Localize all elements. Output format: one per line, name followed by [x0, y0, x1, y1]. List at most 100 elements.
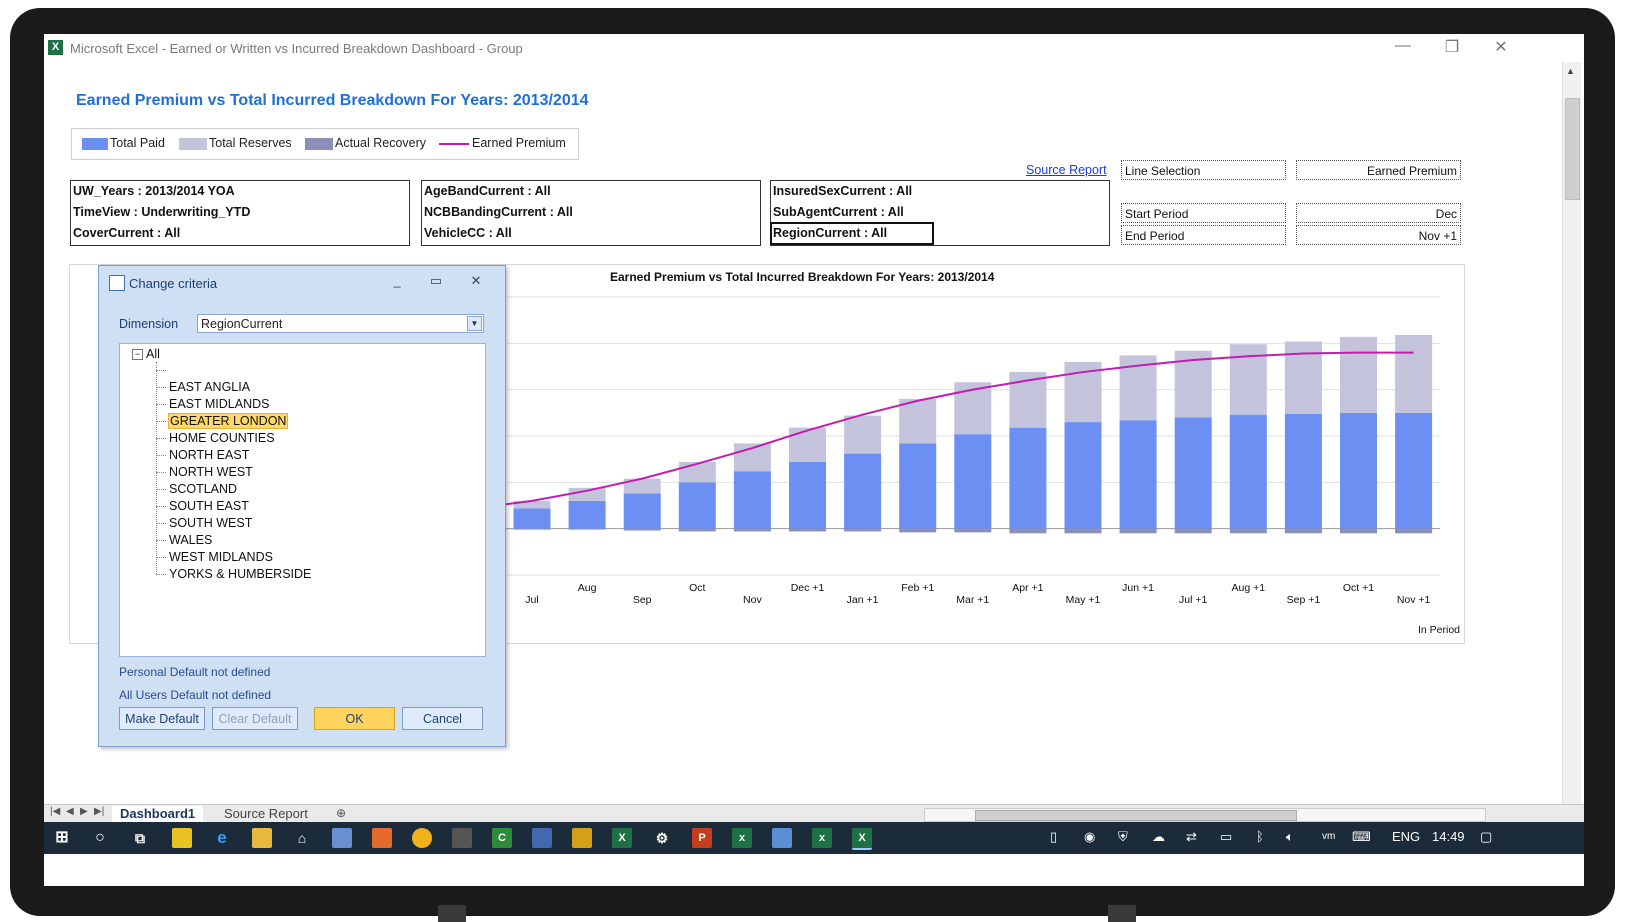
app-icon-blue[interactable]	[772, 828, 792, 848]
keyboard-icon[interactable]: ⌨	[1352, 829, 1371, 845]
sync-icon[interactable]: ⇄	[1186, 829, 1197, 845]
volume-icon[interactable]: 🔈︎	[1286, 829, 1294, 845]
task-view-icon[interactable]: ⧉	[130, 828, 150, 848]
dialog-maximize-icon[interactable]: ▭	[425, 273, 447, 291]
criteria-box-3[interactable]: InsuredSexCurrent : All SubAgentCurrent …	[770, 180, 1110, 246]
x-tick-label: Oct +1	[1343, 582, 1374, 594]
excel-taskbar-icon-2[interactable]: x	[732, 828, 752, 848]
language-indicator[interactable]: ENG	[1392, 829, 1420, 844]
paint-icon[interactable]	[332, 828, 352, 848]
tree-item[interactable]: WALES	[156, 532, 213, 549]
tree-item[interactable]: HOME COUNTIES	[156, 430, 276, 447]
chevron-down-icon[interactable]: ▼	[467, 316, 482, 331]
x-tick-label: Jan +1	[847, 594, 879, 606]
cancel-button[interactable]: Cancel	[402, 707, 483, 730]
settings-gear-icon[interactable]: ⚙	[652, 828, 672, 848]
criteria-ncbbanding[interactable]: NCBBandingCurrent : All	[422, 202, 760, 223]
first-sheet-icon[interactable]: |◀	[50, 806, 60, 817]
tree-item[interactable]: EAST ANGLIA	[156, 379, 251, 396]
excel-taskbar-icon-3[interactable]: x	[812, 828, 832, 848]
skype-icon[interactable]: ◉	[1084, 829, 1095, 845]
tree-item[interactable]: NORTH EAST	[156, 447, 250, 464]
x-tick-label: Feb +1	[901, 582, 934, 594]
vertical-scroll-thumb[interactable]	[1565, 98, 1580, 200]
close-icon[interactable]: ✕	[1487, 37, 1515, 57]
excel-taskbar-icon[interactable]: X	[612, 828, 632, 848]
vertical-scrollbar[interactable]: ▲ ▼	[1562, 62, 1581, 834]
powerbi-icon[interactable]	[572, 828, 592, 848]
criteria-subagent[interactable]: SubAgentCurrent : All	[771, 202, 1109, 223]
start-period-value[interactable]: Dec	[1296, 203, 1461, 223]
tree-item[interactable]: EAST MIDLANDS	[156, 396, 271, 413]
x-tick-label: Nov	[743, 594, 762, 606]
criteria-timeview[interactable]: TimeView : Underwriting_YTD	[71, 202, 409, 223]
bar-actual-recovery	[1340, 528, 1377, 534]
vmware-icon[interactable]: vm	[1322, 831, 1335, 842]
criteria-vehiclecc[interactable]: VehicleCC : All	[422, 223, 760, 244]
edge-icon[interactable]: e	[212, 828, 232, 848]
tree-item[interactable]: YORKS & HUMBERSIDE	[156, 566, 312, 583]
tree-item[interactable]: SOUTH EAST	[156, 498, 250, 515]
tree-root[interactable]: − All	[132, 347, 160, 361]
device-icon[interactable]	[452, 828, 472, 848]
legend-swatch-actual-recovery	[305, 138, 333, 150]
clear-default-button[interactable]: Clear Default	[212, 707, 298, 730]
criteria-cover[interactable]: CoverCurrent : All	[71, 223, 409, 244]
notifications-icon[interactable]: ▢	[1480, 829, 1492, 845]
powerpoint-icon[interactable]: P	[692, 828, 712, 848]
tree-item-selected[interactable]: GREATER LONDON	[156, 413, 289, 430]
horizontal-scroll-thumb[interactable]	[975, 810, 1297, 821]
shield-icon[interactable]: ⛨	[1118, 829, 1128, 845]
usb-icon[interactable]: ▯	[1050, 829, 1057, 845]
scroll-up-icon[interactable]: ▲	[1566, 66, 1575, 76]
criteria-ageband[interactable]: AgeBandCurrent : All	[422, 181, 760, 202]
criteria-insuredsex[interactable]: InsuredSexCurrent : All	[771, 181, 1109, 202]
criteria-uw-years[interactable]: UW_Years : 2013/2014 YOA	[71, 181, 409, 202]
next-sheet-icon[interactable]: ▶	[80, 806, 88, 817]
change-criteria-dialog[interactable]: Change criteria _ ▭ ✕ Dimension RegionCu…	[98, 265, 506, 747]
remote-desktop-icon[interactable]	[532, 828, 552, 848]
criteria-box-2[interactable]: AgeBandCurrent : All NCBBandingCurrent :…	[421, 180, 761, 246]
collapse-icon[interactable]: −	[132, 349, 143, 361]
dimension-select[interactable]: RegionCurrent ▼	[197, 314, 484, 333]
cloud-icon[interactable]: ☁	[1152, 829, 1165, 845]
prev-sheet-icon[interactable]: ◀	[66, 806, 74, 817]
region-tree[interactable]: − All EAST ANGLIA EAST MIDLANDS GREATER L…	[119, 343, 486, 657]
source-report-link[interactable]: Source Report	[1026, 163, 1107, 177]
clock[interactable]: 14:49	[1432, 829, 1465, 844]
restore-icon[interactable]: ❐	[1438, 37, 1466, 57]
file-explorer-icon[interactable]	[252, 828, 272, 848]
line-selection-value[interactable]: Earned Premium	[1296, 160, 1461, 180]
network-icon[interactable]: ▭	[1220, 829, 1232, 845]
x-axis-label: In Period	[1418, 624, 1460, 636]
html-editor-icon[interactable]	[372, 828, 392, 848]
store-icon[interactable]: ⌂	[292, 828, 312, 848]
start-icon[interactable]: ⊞	[52, 828, 72, 848]
dialog-minimize-icon[interactable]: _	[386, 273, 408, 291]
legend-swatch-total-paid	[82, 138, 108, 150]
tree-item[interactable]: SOUTH WEST	[156, 515, 253, 532]
sheet-tab-source-report[interactable]: Source Report	[216, 806, 316, 822]
end-period-value[interactable]: Nov +1	[1296, 225, 1461, 245]
make-default-button[interactable]: Make Default	[119, 707, 205, 730]
last-sheet-icon[interactable]: ▶|	[94, 806, 104, 817]
excel-taskbar-icon-active[interactable]: X	[852, 828, 872, 850]
app-icon-c[interactable]: C	[492, 828, 512, 848]
criteria-region[interactable]: RegionCurrent : All	[770, 222, 934, 245]
bluetooth-icon[interactable]: ᛒ	[1256, 829, 1264, 844]
bar-actual-recovery	[844, 528, 882, 532]
all-users-default-note: All Users Default not defined	[119, 688, 272, 702]
new-sheet-icon[interactable]: ⊕	[336, 806, 346, 820]
sticky-notes-icon[interactable]	[172, 828, 192, 848]
tree-item[interactable]: NORTH WEST	[156, 464, 254, 481]
ok-button[interactable]: OK	[314, 707, 395, 730]
tree-item[interactable]: WEST MIDLANDS	[156, 549, 274, 566]
chrome-icon[interactable]	[412, 828, 432, 848]
search-icon[interactable]: ○	[90, 828, 110, 848]
dialog-close-icon[interactable]: ✕	[465, 273, 487, 291]
minimize-icon[interactable]: —	[1389, 37, 1417, 57]
dialog-title: Change criteria	[129, 276, 218, 291]
criteria-box-1[interactable]: UW_Years : 2013/2014 YOA TimeView : Unde…	[70, 180, 410, 246]
tree-item[interactable]: SCOTLAND	[156, 481, 238, 498]
horizontal-scrollbar[interactable]	[924, 808, 1486, 822]
